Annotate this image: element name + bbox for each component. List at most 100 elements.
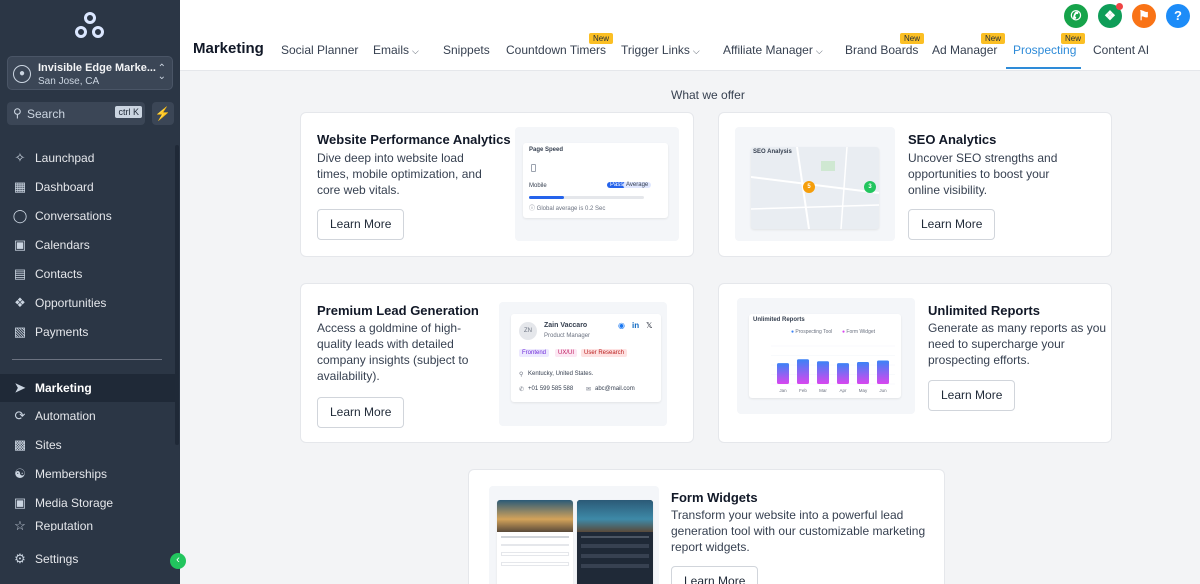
lead-preview: ZN Zain Vaccaro Product Manager ◉ in 𝕏 F… — [499, 302, 667, 426]
contacts-icon: ▤ — [13, 266, 27, 281]
speed-note: ⓘ Global average is 0.2 Sec — [529, 206, 606, 212]
seo-preview: SEO Analysis 5 3 — [735, 127, 895, 241]
chart-tick-label: Jan — [779, 388, 787, 393]
sites-icon: ▩ — [13, 437, 27, 452]
card-description: Uncover SEO strengths and opportunities t… — [908, 151, 1058, 197]
page-title: Marketing — [193, 40, 264, 57]
learn-more-button[interactable]: Learn More — [928, 380, 1016, 411]
location-pin-icon: ⚲ — [519, 372, 524, 378]
sidebar-search[interactable]: ⚲ Search ctrl K — [7, 102, 145, 125]
offer-card-seo-analytics: SEO Analysis 5 3 SEO Analytics Uncover S… — [718, 112, 1112, 257]
chart-bar — [797, 359, 809, 384]
star-icon: ☆ — [14, 521, 26, 531]
chart-bar — [877, 360, 889, 384]
card-title: Premium Lead Generation — [317, 303, 479, 318]
search-icon: ⚲ — [13, 106, 22, 120]
learn-more-button[interactable]: Learn More — [908, 209, 996, 240]
payments-icon: ▧ — [13, 324, 27, 339]
app-logo[interactable] — [72, 12, 108, 42]
x-icon: 𝕏 — [646, 321, 653, 330]
chart-bar — [857, 361, 869, 384]
form-hero-image — [497, 500, 573, 532]
tab-ad-manager[interactable]: Ad Manager — [932, 43, 997, 57]
light-form-widget — [497, 500, 573, 584]
new-badge: New — [900, 33, 925, 44]
image-icon: ▣ — [13, 495, 27, 510]
top-navigation: Marketing Social Planner Emails ⌵ Snippet… — [180, 0, 1200, 71]
card-title: Form Widgets — [671, 490, 758, 505]
account-switcher[interactable]: ● Invisible Edge Marke... San Jose, CA ⌃… — [7, 56, 173, 90]
phone-icon[interactable]: ✆ — [1064, 4, 1088, 28]
dark-form-widget — [577, 500, 653, 584]
sidebar-item-payments[interactable]: ▧ Payments — [12, 321, 172, 343]
tab-prospecting[interactable]: Prospecting — [1013, 43, 1076, 57]
chevron-updown-icon: ⌃ ⌄ — [157, 63, 166, 82]
tab-emails[interactable]: Emails ⌵ — [373, 43, 419, 57]
card-description: Access a goldmine of high-quality leads … — [317, 321, 469, 383]
sidebar-item-settings[interactable]: ⚙ Settings — [12, 548, 172, 570]
mobile-device-icon — [531, 164, 536, 172]
sidebar-item-launchpad[interactable]: ✧ Launchpad — [12, 147, 172, 169]
tab-content-ai[interactable]: Content AI — [1093, 43, 1149, 57]
sidebar-item-sites[interactable]: ▩ Sites — [12, 434, 172, 456]
tab-trigger-links[interactable]: Trigger Links ⌵ — [621, 43, 700, 57]
chart-bar — [777, 363, 789, 384]
chart-tick-label: Apr — [839, 388, 847, 393]
learn-more-button[interactable]: Learn More — [671, 566, 759, 584]
card-description: Transform your website into a powerful l… — [671, 508, 926, 554]
help-icon[interactable]: ? — [1166, 4, 1190, 28]
sidebar: ● Invisible Edge Marke... San Jose, CA ⌃… — [0, 0, 186, 584]
chevron-down-icon: ⌵ — [815, 46, 823, 56]
tab-brand-boards[interactable]: Brand Boards — [845, 43, 918, 57]
sidebar-item-conversations[interactable]: ◯ Conversations — [12, 205, 172, 227]
new-badge: New — [589, 33, 614, 44]
seo-map-widget: SEO Analysis 5 3 — [751, 147, 879, 229]
sidebar-item-contacts[interactable]: ▤ Contacts — [12, 263, 172, 285]
sidebar-item-calendars[interactable]: ▣ Calendars — [12, 234, 172, 256]
sidebar-item-media-storage[interactable]: ▣ Media Storage — [12, 492, 172, 514]
calendar-icon: ▣ — [13, 237, 27, 252]
sidebar-item-dashboard[interactable]: ▦ Dashboard — [12, 176, 172, 198]
reports-chart-widget: Unlimited Reports ● Prospecting Tool ● F… — [749, 314, 901, 398]
active-tab-indicator — [1006, 67, 1081, 69]
chat-icon: ◯ — [12, 208, 28, 223]
mail-icon: ✉ — [586, 387, 592, 393]
account-location: San Jose, CA — [38, 76, 100, 87]
sidebar-scrollbar[interactable] — [175, 145, 179, 445]
collapse-sidebar-icon[interactable]: ‹ — [170, 553, 186, 569]
sidebar-item-automation[interactable]: ⟳ Automation — [12, 405, 172, 427]
tab-social-planner[interactable]: Social Planner — [281, 43, 358, 57]
speed-progress-track — [529, 196, 644, 199]
chevron-down-icon: ⌵ — [692, 46, 700, 56]
page-speed-widget: Page Speed Mobile Pass Average ⓘ Global … — [523, 143, 668, 218]
learn-more-button[interactable]: Learn More — [317, 209, 405, 240]
chart-tick-label: Feb — [799, 388, 807, 393]
mini-bar-chart: Jan Feb Mar Apr May Jun — [771, 345, 895, 393]
sidebar-divider — [12, 359, 162, 360]
sidebar-item-memberships[interactable]: ☯ Memberships — [12, 463, 172, 485]
chevron-down-icon: ⌵ — [412, 46, 419, 56]
map-marker: 3 — [864, 181, 876, 193]
bell-icon[interactable]: ⚑ — [1132, 4, 1156, 28]
reports-preview: Unlimited Reports ● Prospecting Tool ● F… — [737, 298, 915, 414]
tab-snippets[interactable]: Snippets — [443, 43, 490, 57]
search-input[interactable]: Search — [27, 107, 65, 121]
sidebar-item-marketing[interactable]: ➤ Marketing — [0, 374, 176, 402]
offer-card-form-widgets: Form Widgets Transform your website into… — [468, 469, 945, 584]
new-badge: New — [1061, 33, 1086, 44]
tab-countdown-timers[interactable]: Countdown Timers — [506, 43, 606, 57]
sidebar-item-reputation[interactable]: ☆ Reputation — [12, 521, 172, 531]
quick-actions-bolt-icon[interactable]: ⚡ — [152, 102, 174, 125]
card-title: SEO Analytics — [908, 132, 997, 147]
megaphone-icon[interactable]: ❖ — [1098, 3, 1123, 28]
sidebar-item-opportunities[interactable]: ❖ Opportunities — [12, 292, 172, 314]
new-badge: New — [981, 33, 1006, 44]
card-title: Unlimited Reports — [928, 303, 1040, 318]
search-shortcut: ctrl K — [115, 106, 142, 118]
tab-affiliate-manager[interactable]: Affiliate Manager ⌵ — [723, 43, 823, 57]
chart-tick-label: May — [859, 388, 868, 393]
learn-more-button[interactable]: Learn More — [317, 397, 405, 428]
section-title: What we offer — [671, 88, 745, 102]
speed-progress-fill — [529, 196, 564, 199]
phone-small-icon: ✆ — [519, 387, 525, 393]
